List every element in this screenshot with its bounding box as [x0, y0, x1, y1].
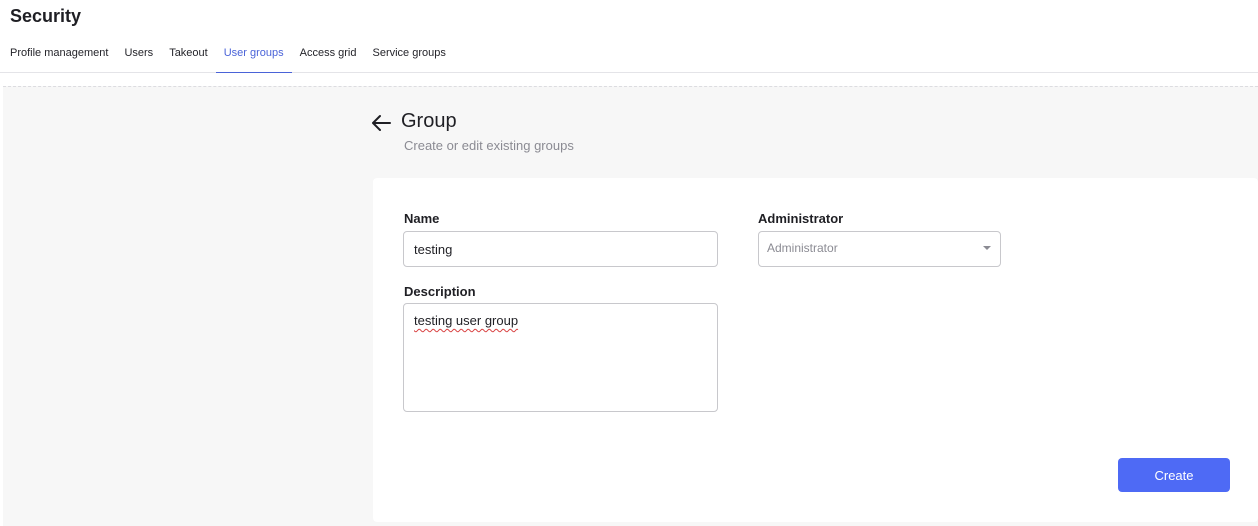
tab-profile-management[interactable]: Profile management — [0, 36, 116, 73]
arrow-left-icon[interactable] — [370, 113, 392, 133]
description-textarea[interactable]: testing user group — [403, 303, 718, 412]
tab-service-groups[interactable]: Service groups — [365, 36, 454, 73]
name-label: Name — [404, 211, 440, 226]
chevron-down-icon — [983, 246, 991, 250]
create-button[interactable]: Create — [1118, 458, 1230, 492]
administrator-select[interactable]: Administrator — [758, 231, 1001, 267]
tab-users[interactable]: Users — [116, 36, 161, 73]
group-title: Group — [401, 110, 457, 132]
tab-bar: Profile management Users Takeout User gr… — [0, 36, 454, 73]
group-subtitle: Create or edit existing groups — [404, 138, 574, 153]
name-input[interactable] — [403, 231, 718, 267]
administrator-label: Administrator — [758, 211, 844, 226]
tab-user-groups[interactable]: User groups — [215, 36, 292, 73]
header: Security Profile management Users Takeou… — [0, 0, 1258, 73]
page-title: Security — [10, 6, 82, 26]
administrator-placeholder: Administrator — [767, 241, 838, 255]
description-value: testing user group — [414, 313, 519, 328]
tab-takeout[interactable]: Takeout — [161, 36, 216, 73]
tab-access-grid[interactable]: Access grid — [292, 36, 365, 73]
description-label: Description — [404, 284, 476, 299]
